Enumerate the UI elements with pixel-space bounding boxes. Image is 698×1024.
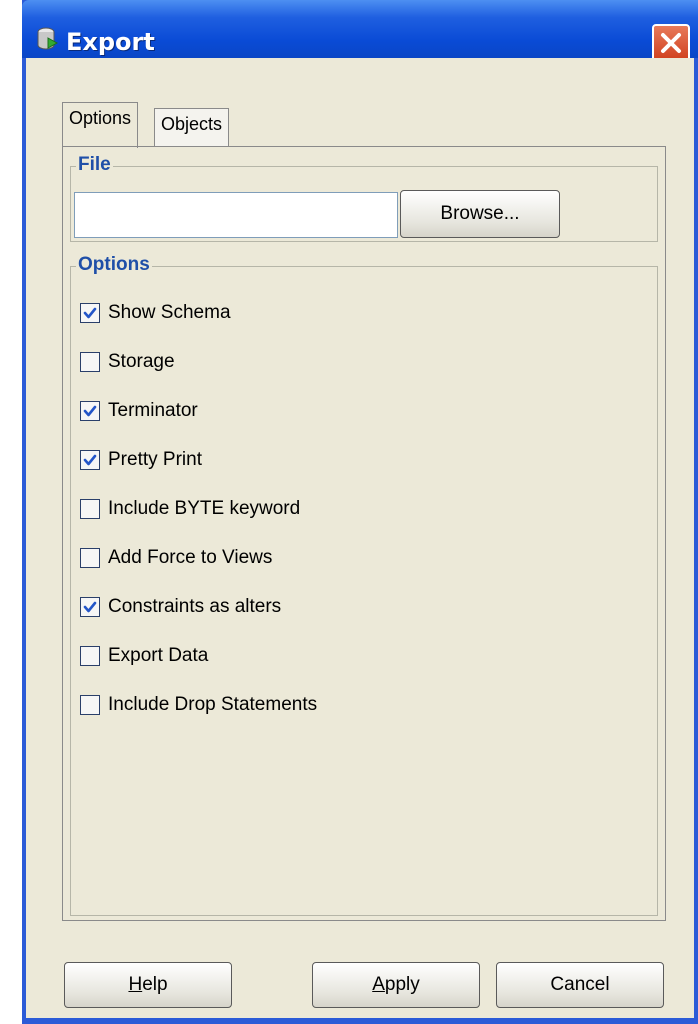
browse-button[interactable]: Browse...	[400, 190, 560, 238]
option-label: Export Data	[108, 645, 209, 666]
option-row[interactable]: Include BYTE keyword	[80, 496, 300, 522]
file-group-legend: File	[76, 154, 113, 176]
option-label: Show Schema	[108, 302, 231, 323]
option-checkbox[interactable]	[80, 303, 100, 323]
database-export-icon	[37, 27, 58, 50]
checkmark-icon	[83, 405, 97, 417]
tab-options-label: Options	[69, 108, 132, 128]
checkmark-icon	[83, 601, 97, 613]
option-row[interactable]: Add Force to Views	[80, 545, 272, 571]
tab-options[interactable]: Options	[62, 102, 139, 148]
option-label: Terminator	[108, 400, 198, 421]
tab-objects-label: Objects	[161, 114, 223, 134]
apply-mnemonic: A	[372, 974, 385, 995]
option-checkbox[interactable]	[80, 401, 100, 421]
option-checkbox[interactable]	[80, 597, 100, 617]
option-checkbox[interactable]	[80, 450, 100, 470]
close-icon	[661, 33, 681, 53]
option-checkbox[interactable]	[80, 499, 100, 519]
option-row[interactable]: Show Schema	[80, 300, 231, 326]
option-label: Storage	[108, 351, 175, 372]
cancel-button[interactable]: Cancel	[496, 962, 664, 1008]
export-dialog: Export Options Objects File Browse... Op…	[22, 0, 698, 1024]
option-label: Pretty Print	[108, 449, 202, 470]
help-label-rest: elp	[142, 974, 168, 995]
apply-button[interactable]: Apply	[312, 962, 480, 1008]
dialog-body: Options Objects File Browse... Options S…	[26, 58, 694, 1018]
title-bar[interactable]: Export	[22, 0, 698, 62]
window-title: Export	[66, 28, 155, 56]
option-row[interactable]: Export Data	[80, 643, 208, 669]
options-group-legend: Options	[76, 254, 152, 276]
option-checkbox[interactable]	[80, 352, 100, 372]
option-checkbox[interactable]	[80, 646, 100, 666]
browse-button-label: Browse...	[440, 203, 520, 224]
option-row[interactable]: Storage	[80, 349, 175, 375]
cancel-button-label: Cancel	[550, 974, 610, 995]
option-row[interactable]: Pretty Print	[80, 447, 202, 473]
option-row[interactable]: Terminator	[80, 398, 198, 424]
option-checkbox[interactable]	[80, 548, 100, 568]
option-label: Include BYTE keyword	[108, 498, 301, 519]
checkmark-icon	[83, 307, 97, 319]
file-path-input[interactable]	[74, 192, 398, 238]
option-checkbox[interactable]	[80, 695, 100, 715]
tab-objects[interactable]: Objects	[154, 108, 230, 146]
option-row[interactable]: Constraints as alters	[80, 594, 281, 620]
option-label: Add Force to Views	[108, 547, 273, 568]
close-button[interactable]	[652, 24, 690, 62]
option-label: Include Drop Statements	[108, 694, 318, 715]
help-button[interactable]: Help	[64, 962, 232, 1008]
help-mnemonic: H	[128, 974, 143, 995]
option-label: Constraints as alters	[108, 596, 282, 617]
apply-label-rest: pply	[384, 974, 420, 995]
checkmark-icon	[83, 454, 97, 466]
background-strip	[0, 0, 22, 1024]
option-row[interactable]: Include Drop Statements	[80, 692, 317, 718]
